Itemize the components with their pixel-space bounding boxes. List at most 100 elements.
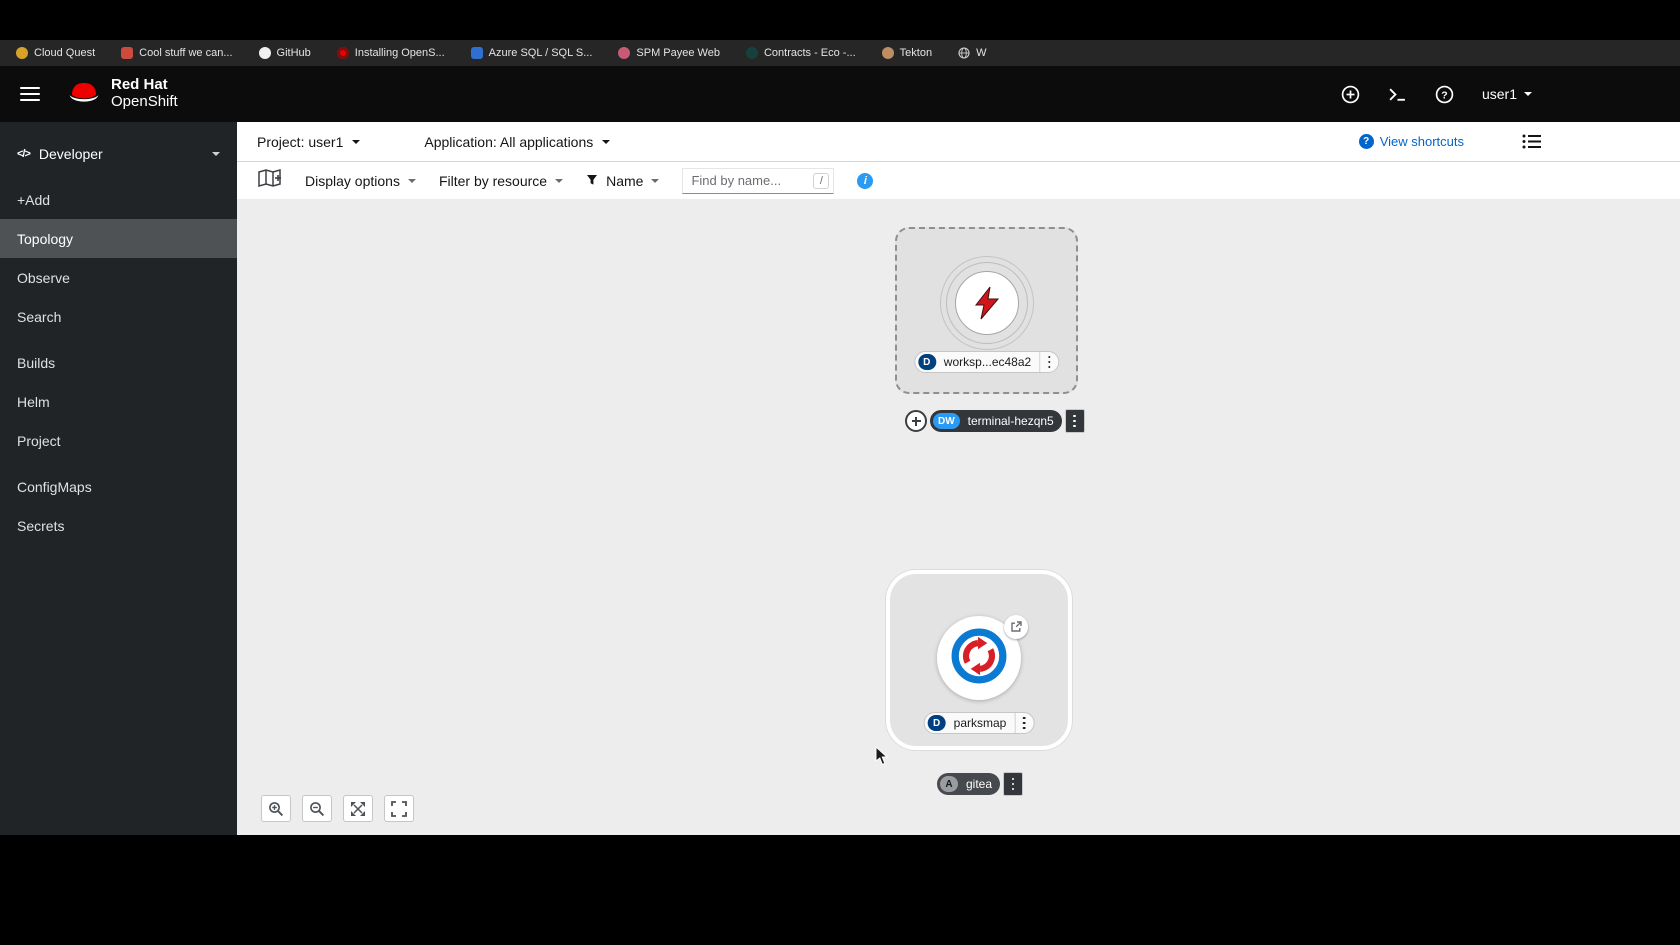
mouse-cursor: [875, 745, 889, 771]
question-circle-icon: ?: [1358, 134, 1374, 149]
sidebar-item-helm[interactable]: Helm: [0, 382, 237, 421]
application-selector[interactable]: Application: All applications: [424, 134, 611, 150]
topology-view-icon[interactable]: [258, 168, 282, 193]
chevron-down-icon: [602, 139, 611, 148]
workspace-label[interactable]: D worksp...ec48a2: [913, 351, 1060, 373]
chevron-down-icon: [555, 178, 564, 187]
fullscreen-button[interactable]: [384, 795, 414, 822]
hamburger-menu-icon[interactable]: [20, 86, 40, 102]
bookmark-cloud-quest[interactable]: Cloud Quest: [16, 47, 95, 59]
bookmark-installing-openshift[interactable]: Installing OpenS...: [336, 47, 445, 59]
sidebar-item-topology[interactable]: Topology: [0, 219, 237, 258]
gitea-label-text: gitea: [966, 777, 993, 791]
chevron-down-icon: [651, 178, 660, 187]
name-filter-dropdown[interactable]: Name: [586, 172, 660, 189]
topology-canvas[interactable]: D worksp...ec48a2 DW terminal-hezqn5 D p…: [237, 199, 1680, 835]
sidebar-item-label: Search: [17, 308, 62, 325]
find-by-name-input[interactable]: [682, 167, 835, 194]
sidebar-nav: +Add Topology Observe Search Builds Helm…: [0, 180, 237, 545]
quick-create-icon[interactable]: [1341, 85, 1360, 104]
sidebar-item-builds[interactable]: Builds: [0, 343, 237, 382]
status-decorator-icon[interactable]: [905, 410, 927, 432]
user-menu[interactable]: user1: [1482, 86, 1532, 102]
bookmark-label: GitHub: [276, 47, 311, 59]
topology-toolbar: Display options Filter by resource Name …: [237, 162, 1680, 199]
masthead: Red Hat OpenShift ? user1: [0, 66, 1680, 122]
bookmark-cool-stuff[interactable]: Cool stuff we can...: [121, 47, 233, 59]
letterbox-top: [0, 0, 1680, 40]
sidebar: </> Developer +Add Topology Observe Sear…: [0, 122, 237, 835]
bookmark-label: SPM Payee Web: [636, 47, 720, 59]
kebab-menu-icon[interactable]: [1014, 713, 1033, 733]
gitea-label[interactable]: A gitea: [937, 773, 1001, 795]
parksmap-label[interactable]: D parksmap: [923, 712, 1035, 734]
topology-node-workspace[interactable]: D worksp...ec48a2: [895, 227, 1078, 394]
bookmark-label: Installing OpenS...: [354, 47, 445, 59]
zoom-in-button[interactable]: [261, 795, 291, 822]
chevron-down-icon: [407, 178, 416, 187]
kebab-menu-icon[interactable]: [1039, 352, 1058, 372]
project-selector-label: Project: user1: [257, 133, 344, 150]
view-shortcuts-link[interactable]: ? View shortcuts: [1358, 134, 1464, 149]
bookmark-github[interactable]: GitHub: [258, 47, 311, 59]
sidebar-item-observe[interactable]: Observe: [0, 258, 237, 297]
favicon-icon: [121, 47, 134, 59]
main-content: Project: user1 Application: All applicat…: [237, 122, 1680, 835]
canvas-controls: [261, 795, 414, 822]
lightning-icon: [954, 271, 1019, 335]
username: user1: [1481, 86, 1517, 102]
devworkspace-badge: DW: [933, 413, 960, 429]
display-options-dropdown[interactable]: Display options: [305, 173, 416, 189]
project-selector[interactable]: Project: user1: [257, 133, 361, 150]
zoom-out-button[interactable]: [302, 795, 332, 822]
application-badge: A: [940, 776, 958, 792]
perspective-switcher[interactable]: </> Developer: [0, 134, 237, 174]
topology-group-parksmap[interactable]: D parksmap: [886, 570, 1072, 750]
sidebar-item-label: Secrets: [17, 517, 65, 534]
bookmark-tekton[interactable]: Tekton: [881, 47, 932, 59]
sidebar-item-add[interactable]: +Add: [0, 180, 237, 219]
bookmark-spm-payee[interactable]: SPM Payee Web: [618, 47, 720, 59]
fit-to-screen-button[interactable]: [343, 795, 373, 822]
name-filter-label: Name: [606, 172, 644, 189]
parksmap-label-row: D parksmap: [923, 712, 1035, 734]
open-url-decorator[interactable]: [1004, 615, 1028, 639]
sidebar-item-label: Helm: [17, 393, 50, 410]
filter-funnel-icon: [586, 173, 598, 189]
topology-label-gitea[interactable]: A gitea: [937, 772, 1024, 796]
topology-node-terminal[interactable]: DW terminal-hezqn5: [905, 409, 1085, 433]
tekton-icon: [881, 47, 894, 59]
bookmark-azure-sql[interactable]: Azure SQL / SQL S...: [470, 47, 592, 59]
kebab-menu-icon[interactable]: [1064, 409, 1085, 433]
sidebar-item-label: Observe: [17, 269, 70, 286]
terminal-label[interactable]: DW terminal-hezqn5: [930, 410, 1062, 432]
sidebar-item-configmaps[interactable]: ConfigMaps: [0, 467, 237, 506]
redhat-hat-icon: [66, 80, 102, 109]
web-terminal-icon[interactable]: [1388, 86, 1407, 103]
sidebar-item-label: Topology: [17, 230, 74, 247]
masthead-logo[interactable]: Red Hat OpenShift: [66, 76, 178, 111]
info-icon[interactable]: i: [857, 172, 874, 189]
bookmark-contracts[interactable]: Contracts - Eco -...: [745, 47, 856, 59]
deployment-badge: D: [927, 715, 946, 731]
sidebar-item-label: +Add: [17, 191, 51, 208]
parksmap-label-text: parksmap: [953, 716, 1007, 730]
shortcut-key-badge: /: [813, 172, 830, 189]
sidebar-item-label: ConfigMaps: [17, 478, 92, 495]
bookmark-label: Cloud Quest: [34, 47, 96, 59]
developer-perspective-icon: </>: [17, 148, 31, 160]
kebab-menu-icon[interactable]: [1003, 772, 1024, 796]
github-icon: [258, 47, 271, 59]
filter-by-resource-dropdown[interactable]: Filter by resource: [439, 173, 564, 189]
list-view-toggle-icon[interactable]: [1522, 133, 1542, 150]
bookmark-w[interactable]: W: [958, 47, 986, 59]
favicon-icon: [16, 47, 28, 59]
globe-icon: [958, 47, 970, 59]
sidebar-item-secrets[interactable]: Secrets: [0, 506, 237, 545]
help-icon[interactable]: ?: [1435, 85, 1454, 104]
favicon-icon: [618, 47, 631, 59]
chevron-down-icon: [212, 152, 220, 160]
brand-line2: OpenShift: [111, 93, 178, 110]
sidebar-item-project[interactable]: Project: [0, 421, 237, 460]
sidebar-item-search[interactable]: Search: [0, 297, 237, 336]
